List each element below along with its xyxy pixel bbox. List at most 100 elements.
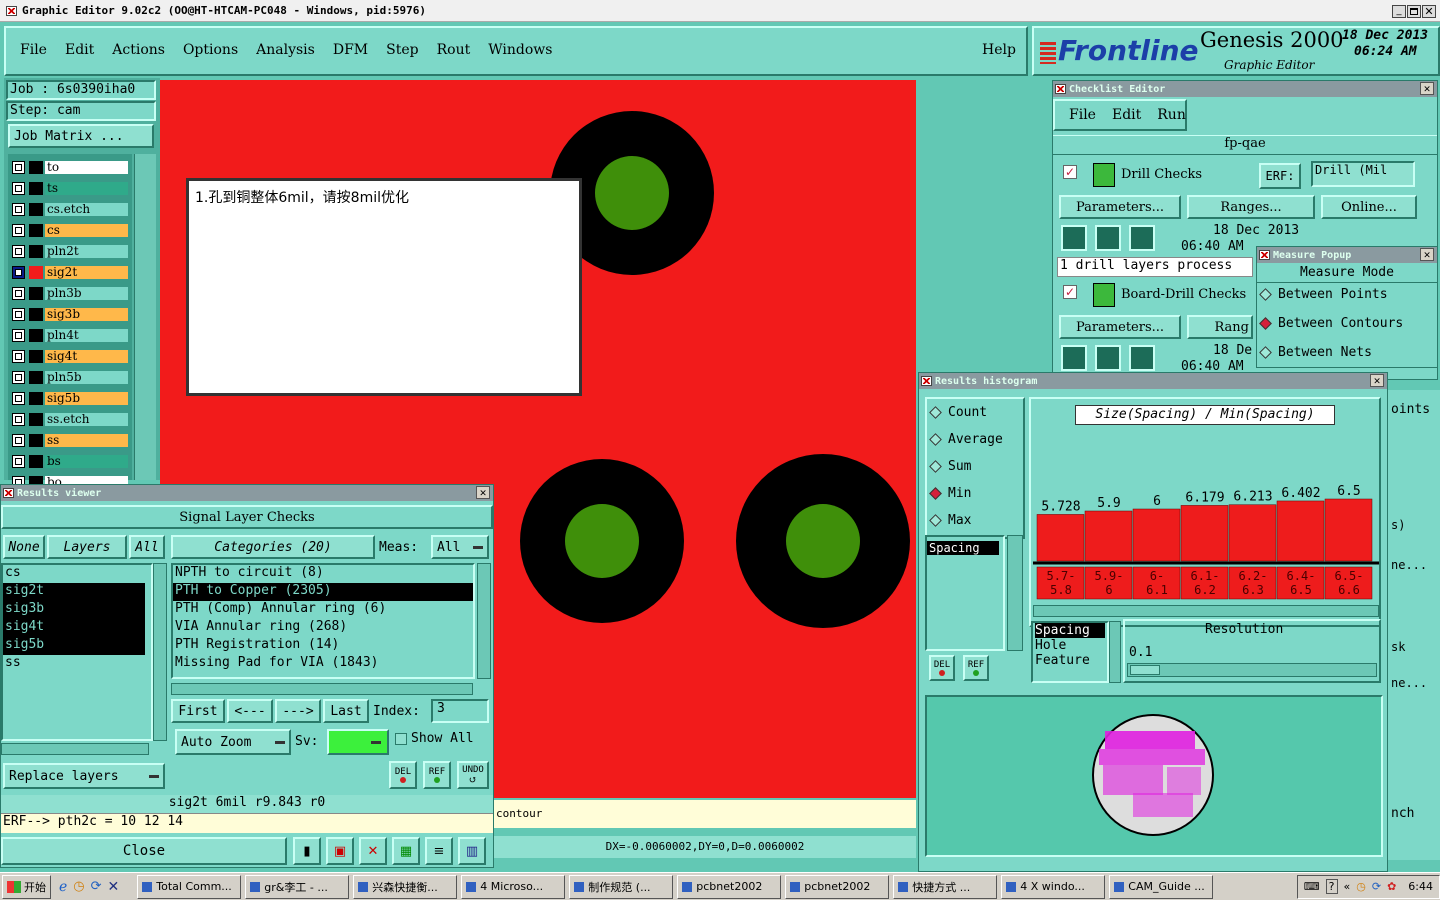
checklist-menu-run[interactable]: Run (1157, 107, 1186, 123)
menu-actions[interactable]: Actions (112, 42, 165, 58)
run-icon[interactable] (1095, 345, 1121, 371)
category-item[interactable]: PTH Registration (14) (173, 637, 473, 655)
check2-checkbox[interactable]: ✓ (1063, 285, 1077, 299)
del-button[interactable]: DEL (389, 761, 417, 789)
meas-dropdown[interactable]: All (431, 535, 489, 559)
histogram-bar[interactable] (1180, 505, 1229, 562)
taskbar-item[interactable]: 快捷方式 ... (893, 874, 998, 899)
start-button[interactable]: 开始 (2, 874, 51, 899)
layer-checkbox[interactable] (12, 329, 25, 342)
layer-row[interactable]: pln2t (12, 244, 128, 259)
layer-checkbox[interactable] (12, 224, 25, 237)
highlight-icon[interactable]: ▣ (326, 837, 354, 865)
ranges-button[interactable]: Ranges... (1187, 195, 1315, 219)
layer-name[interactable]: to (45, 161, 128, 174)
resolution-slider[interactable] (1127, 663, 1377, 677)
layer-result-item[interactable]: sig3b (3, 601, 145, 619)
menu-file[interactable]: File (20, 42, 47, 58)
checklist-titlebar[interactable]: Checklist Editor ✕ (1053, 81, 1437, 97)
ref-button[interactable]: REF (963, 655, 989, 681)
tray-app-icon[interactable]: ◷ (1356, 880, 1366, 893)
feature-item[interactable]: Spacing (1035, 623, 1105, 638)
layer-name[interactable]: pln3b (45, 287, 128, 300)
none-button[interactable]: None (3, 535, 45, 559)
layer-name[interactable]: bs (45, 455, 128, 468)
category-item[interactable]: PTH to Copper (2305) (173, 583, 473, 601)
feature-item[interactable]: Feature (1035, 653, 1107, 668)
results-titlebar[interactable]: Results viewer ✕ (1, 485, 493, 501)
menu-dfm[interactable]: DFM (333, 42, 368, 58)
layer-row[interactable]: cs.etch (12, 202, 128, 217)
cancel-icon[interactable]: ✕ (359, 837, 387, 865)
del-button[interactable]: DEL (929, 655, 955, 681)
close-icon[interactable]: ✕ (476, 486, 490, 499)
erf-value[interactable]: Drill (Mil (1311, 161, 1415, 187)
measure-titlebar[interactable]: Measure Popup ✕ (1257, 247, 1437, 263)
taskbar-item[interactable]: gr&李工 - ... (245, 874, 350, 899)
layer-name[interactable]: sig2t (45, 266, 128, 279)
layer-result-item[interactable]: ss (3, 655, 145, 673)
histogram-bar[interactable] (1036, 514, 1085, 562)
keyboard-icon[interactable]: ⌨ (1304, 880, 1320, 893)
mode-count[interactable]: Count (929, 405, 987, 420)
histogram-bar[interactable] (1084, 510, 1133, 562)
layer-row[interactable]: pln3b (12, 286, 128, 301)
layer-result-item[interactable]: cs (3, 565, 145, 583)
checklist-menu-file[interactable]: File (1069, 107, 1096, 123)
histogram-list[interactable]: Spacing (925, 535, 1005, 651)
refresh-icon[interactable]: ⟳ (91, 879, 102, 894)
layer-name[interactable]: pln4t (45, 329, 128, 342)
category-item[interactable]: NPTH to circuit (8) (173, 565, 473, 583)
job-matrix-button[interactable]: Job Matrix ... (8, 124, 154, 148)
close-icon[interactable]: ✕ (1420, 82, 1434, 95)
show-all-checkbox[interactable] (395, 733, 407, 745)
layer-results-list[interactable]: cs sig2t sig3b sig4t sig5b ss (1, 563, 153, 741)
first-button[interactable]: First (171, 699, 225, 723)
categories-button[interactable]: Categories (20) (171, 535, 375, 559)
layer-result-item[interactable]: sig5b (3, 637, 145, 655)
parameters-button[interactable]: Parameters... (1059, 195, 1181, 219)
ranges2-button[interactable]: Rang (1187, 315, 1253, 339)
next-button[interactable]: ---> (275, 699, 321, 723)
mode-min[interactable]: Min (929, 486, 971, 501)
layer-checkbox[interactable] (12, 434, 25, 447)
list-item[interactable]: Spacing (927, 541, 999, 555)
measure-option-points[interactable]: Between Points (1259, 287, 1388, 302)
help-icon[interactable]: ? (1325, 879, 1338, 894)
layer-checkbox[interactable] (12, 350, 25, 363)
category-item[interactable]: PTH (Comp) Annular ring (6) (173, 601, 473, 619)
layer-checkbox[interactable] (12, 245, 25, 258)
close-icon[interactable]: ✕ (1420, 248, 1434, 261)
layer-name[interactable]: sig5b (45, 392, 128, 405)
category-item[interactable]: VIA Annular ring (268) (173, 619, 473, 637)
taskbar-item[interactable]: pcbnet2002 (785, 874, 890, 899)
histogram-bar[interactable] (1132, 508, 1181, 562)
ie-icon[interactable]: ℯ (59, 879, 67, 895)
layer-row[interactable]: sig4t (12, 349, 128, 364)
layer-checkbox[interactable] (12, 308, 25, 321)
taskbar-item[interactable]: 4 Microso... (461, 874, 566, 899)
layer-row[interactable]: sig5b (12, 391, 128, 406)
histogram-titlebar[interactable]: Results histogram ✕ (919, 373, 1387, 389)
layer-result-item[interactable]: sig2t (3, 583, 145, 601)
layer-checkbox[interactable] (12, 413, 25, 426)
taskbar-item[interactable]: 制作规范 (... (569, 874, 674, 899)
layer-checkbox[interactable] (12, 371, 25, 384)
close-icon[interactable]: ✕ (1370, 374, 1384, 387)
layer-row[interactable]: to (12, 160, 128, 175)
close-button[interactable]: Close (1, 837, 287, 865)
mode-max[interactable]: Max (929, 513, 971, 528)
menu-windows[interactable]: Windows (488, 42, 552, 58)
layer-row[interactable]: pln4t (12, 328, 128, 343)
taskbar-item[interactable]: pcbnet2002 (677, 874, 782, 899)
chart-scrollbar[interactable] (1033, 605, 1379, 617)
online-button[interactable]: Online... (1321, 195, 1417, 219)
chart-icon[interactable]: ▥ (458, 837, 486, 865)
run-icon[interactable] (1095, 225, 1121, 251)
layer-results-scrollbar[interactable] (153, 563, 167, 741)
layer-row[interactable]: ts (12, 181, 128, 196)
calendar-icon[interactable]: ▦ (392, 837, 420, 865)
run-icon[interactable] (1129, 225, 1155, 251)
taskbar-item[interactable]: CAM_Guide ... (1109, 874, 1214, 899)
minimize-button[interactable]: _ (1392, 5, 1406, 18)
